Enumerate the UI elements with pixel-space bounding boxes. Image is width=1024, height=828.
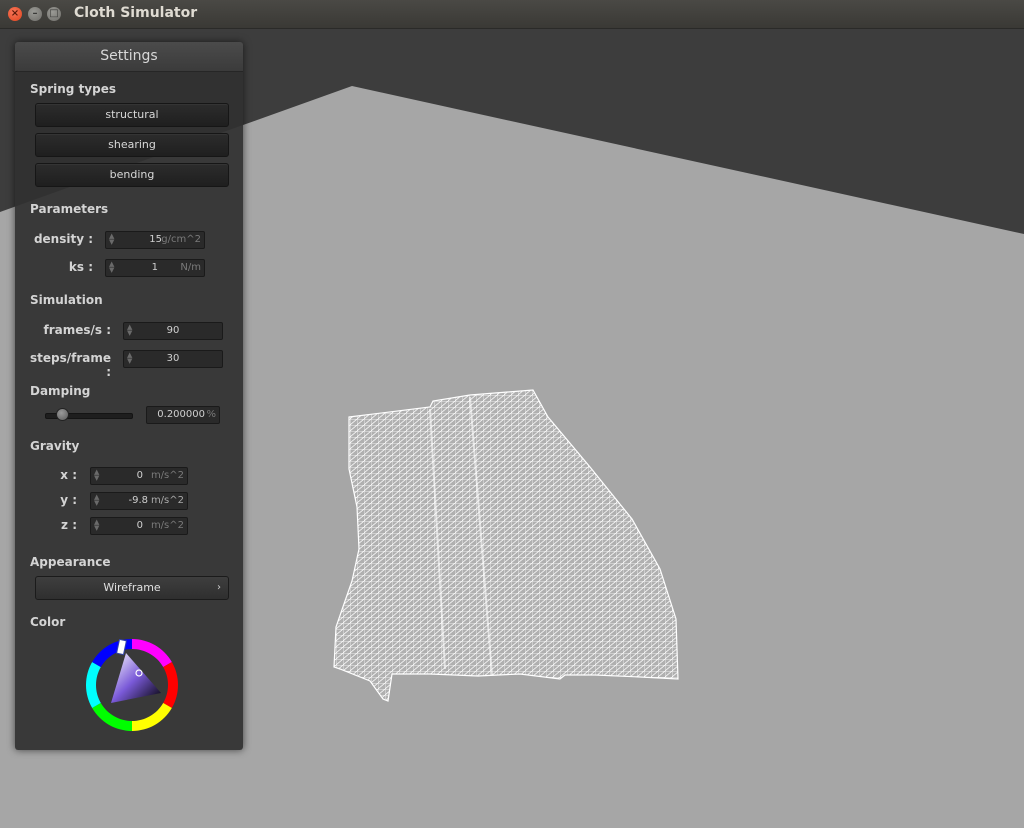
- stepper-icon[interactable]: ▲ ▼: [109, 233, 114, 246]
- ks-field[interactable]: ▲ ▼ 1 N/m: [105, 259, 205, 277]
- gravity-z-field[interactable]: ▲ ▼ 0 m/s^2: [90, 517, 188, 535]
- settings-panel: Settings Spring types structural shearin…: [15, 42, 243, 750]
- damping-heading: Damping: [30, 384, 91, 398]
- window-title: Cloth Simulator: [74, 5, 198, 21]
- shearing-button[interactable]: shearing: [35, 133, 229, 157]
- damping-slider-handle[interactable]: [56, 408, 69, 421]
- stepper-icon[interactable]: ▲ ▼: [94, 519, 99, 532]
- chevron-right-icon: ›: [217, 582, 221, 593]
- spring-types-heading: Spring types: [30, 82, 117, 96]
- gravity-z-unit: m/s^2: [150, 520, 184, 531]
- density-value: 15: [149, 234, 162, 245]
- ks-unit: N/m: [180, 262, 201, 273]
- steps-label: steps/frame :: [29, 351, 111, 379]
- fps-field[interactable]: ▲ ▼ 90: [123, 322, 223, 340]
- gravity-z-label: z :: [61, 518, 77, 532]
- gravity-y-value: -9.8: [128, 495, 148, 506]
- gravity-x-label: x :: [60, 468, 77, 482]
- steps-field[interactable]: ▲ ▼ 30: [123, 350, 223, 368]
- close-icon[interactable]: ×: [8, 7, 22, 21]
- saturation-triangle[interactable]: [111, 653, 161, 703]
- maximize-icon[interactable]: □: [47, 7, 61, 21]
- steps-value: 30: [166, 353, 180, 364]
- bending-button[interactable]: bending: [35, 163, 229, 187]
- fps-label: frames/s :: [43, 323, 111, 337]
- density-field[interactable]: ▲ ▼ 15 g/cm^2: [105, 231, 205, 249]
- damping-field[interactable]: 0.200000 %: [146, 406, 220, 424]
- ks-label: ks :: [68, 260, 93, 274]
- gravity-x-unit: m/s^2: [150, 470, 184, 481]
- color-wheel[interactable]: [86, 639, 178, 731]
- gravity-x-field[interactable]: ▲ ▼ 0 m/s^2: [90, 467, 188, 485]
- stepper-icon[interactable]: ▲ ▼: [127, 352, 132, 365]
- appearance-selected: Wireframe: [103, 581, 161, 594]
- gravity-z-value: 0: [136, 520, 143, 531]
- fps-value: 90: [166, 325, 180, 336]
- gravity-y-label: y :: [60, 493, 77, 507]
- stepper-icon[interactable]: ▲ ▼: [109, 261, 114, 274]
- stepper-icon[interactable]: ▲ ▼: [127, 324, 132, 337]
- damping-unit: %: [206, 409, 216, 420]
- panel-title: Settings: [15, 42, 243, 72]
- ks-value: 1: [151, 262, 158, 273]
- simulation-heading: Simulation: [30, 293, 103, 307]
- structural-button[interactable]: structural: [35, 103, 229, 127]
- gravity-y-unit: m/s^2: [150, 495, 184, 506]
- parameters-heading: Parameters: [30, 202, 109, 216]
- gravity-x-value: 0: [136, 470, 143, 481]
- stepper-icon[interactable]: ▲ ▼: [94, 494, 99, 507]
- gravity-y-field[interactable]: ▲ ▼ -9.8 m/s^2: [90, 492, 188, 510]
- title-bar: × – □ Cloth Simulator: [0, 0, 1024, 29]
- stepper-icon[interactable]: ▲ ▼: [94, 469, 99, 482]
- density-label: density :: [33, 232, 93, 246]
- damping-value: 0.200000: [157, 409, 205, 420]
- color-heading: Color: [30, 615, 66, 629]
- minimize-icon[interactable]: –: [28, 7, 42, 21]
- appearance-dropdown[interactable]: Wireframe ›: [35, 576, 229, 600]
- appearance-heading: Appearance: [30, 555, 111, 569]
- density-unit: g/cm^2: [161, 234, 201, 245]
- gravity-heading: Gravity: [30, 439, 80, 453]
